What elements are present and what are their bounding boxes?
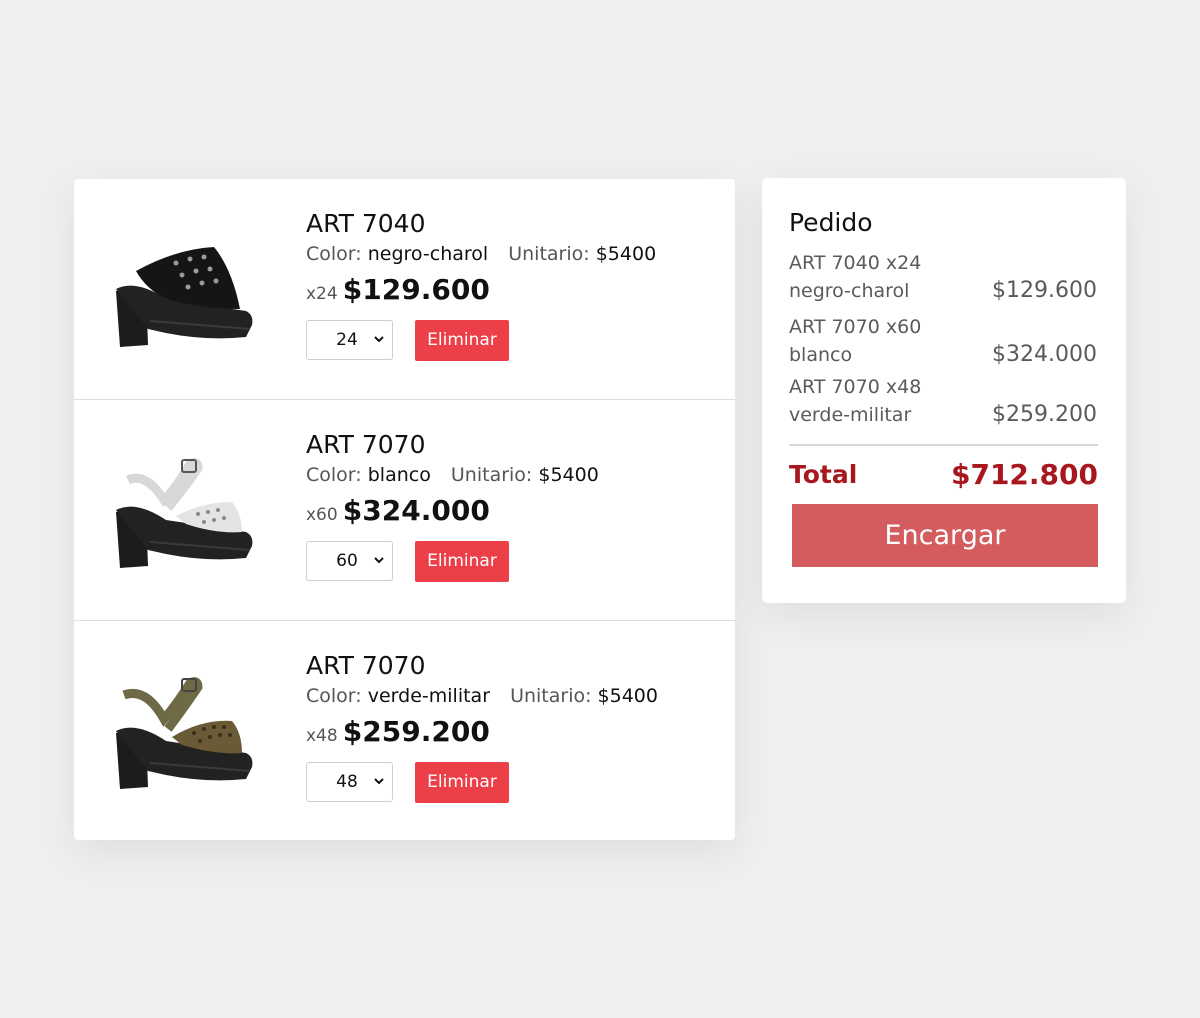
- color-value: verde-militar: [367, 685, 491, 707]
- summary-line: ART 7040 x24 negro-charol $129.600: [789, 252, 1097, 308]
- subtotal: $129.600: [342, 273, 490, 306]
- quantity-select[interactable]: 24: [306, 320, 393, 360]
- chevron-down-icon: [374, 336, 384, 343]
- product-title: ART 7070: [306, 430, 426, 459]
- color-value: negro-charol: [367, 243, 489, 265]
- order-summary-panel: Pedido ART 7040 x24 negro-charol $129.60…: [762, 178, 1126, 603]
- shoe-image: [116, 458, 253, 568]
- subtotal: $259.200: [342, 715, 490, 748]
- summary-divider: [789, 444, 1098, 446]
- quantity-text: x24: [306, 284, 338, 304]
- chevron-down-icon: [374, 778, 384, 785]
- summary-line-amount: $129.600: [992, 278, 1097, 303]
- product-meta: Color: blanco Unitario: $5400: [306, 464, 599, 486]
- shoe-image: [116, 247, 253, 347]
- unit-price: $5400: [597, 685, 658, 707]
- quantity-select[interactable]: 48: [306, 762, 393, 802]
- quantity-select[interactable]: 60: [306, 541, 393, 581]
- unit-label: Unitario:: [450, 464, 533, 486]
- summary-line-color: verde-militar: [789, 404, 912, 426]
- quantity-text: x60: [306, 505, 338, 525]
- summary-line-article: ART 7070 x60: [789, 316, 922, 338]
- remove-button[interactable]: Eliminar: [415, 541, 509, 582]
- color-value: blanco: [367, 464, 431, 486]
- price-line: x60 $324.000: [306, 494, 490, 527]
- summary-line-article: ART 7040 x24: [789, 252, 922, 274]
- product-meta: Color: negro-charol Unitario: $5400: [306, 243, 656, 265]
- product-meta: Color: verde-militar Unitario: $5400: [306, 685, 658, 707]
- color-label: Color:: [306, 685, 362, 707]
- unit-price: $5400: [538, 464, 599, 486]
- summary-title: Pedido: [789, 208, 873, 237]
- subtotal: $324.000: [342, 494, 490, 527]
- summary-line-article: ART 7070 x48: [789, 376, 922, 398]
- product-title: ART 7070: [306, 651, 426, 680]
- cart-item: ART 7040 Color: negro-charol Unitario: $…: [74, 179, 735, 400]
- shoe-ankle-strap: [126, 458, 203, 511]
- shoe-ankle-strap: [122, 677, 203, 732]
- color-label: Color:: [306, 464, 362, 486]
- summary-line: ART 7070 x48 verde-militar $259.200: [789, 376, 1097, 432]
- price-line: x48 $259.200: [306, 715, 490, 748]
- remove-button[interactable]: Eliminar: [415, 320, 509, 361]
- order-button[interactable]: Encargar: [792, 504, 1098, 567]
- unit-price: $5400: [595, 243, 657, 265]
- unit-label: Unitario:: [510, 685, 592, 707]
- summary-line-amount: $324.000: [992, 342, 1097, 367]
- price-line: x24 $129.600: [306, 273, 490, 306]
- quantity-text: x48: [306, 726, 338, 746]
- color-label: Color:: [306, 243, 362, 265]
- cart-item: ART 7070 Color: verde-militar Unitario: …: [74, 621, 735, 841]
- product-title: ART 7040: [306, 209, 426, 238]
- chevron-down-icon: [374, 557, 384, 564]
- unit-label: Unitario:: [508, 243, 590, 265]
- total-value: $712.800: [950, 458, 1098, 491]
- summary-line: ART 7070 x60 blanco $324.000: [789, 316, 1097, 372]
- summary-line-color: negro-charol: [789, 280, 910, 302]
- summary-line-color: blanco: [789, 344, 853, 366]
- cart-item: ART 7070 Color: blanco Unitario: $5400 x…: [74, 400, 735, 621]
- shoe-image: [116, 677, 253, 789]
- remove-button[interactable]: Eliminar: [415, 762, 509, 803]
- total-label: Total: [789, 460, 858, 489]
- summary-line-amount: $259.200: [992, 402, 1097, 427]
- cart-panel: ART 7040 Color: negro-charol Unitario: $…: [74, 179, 735, 840]
